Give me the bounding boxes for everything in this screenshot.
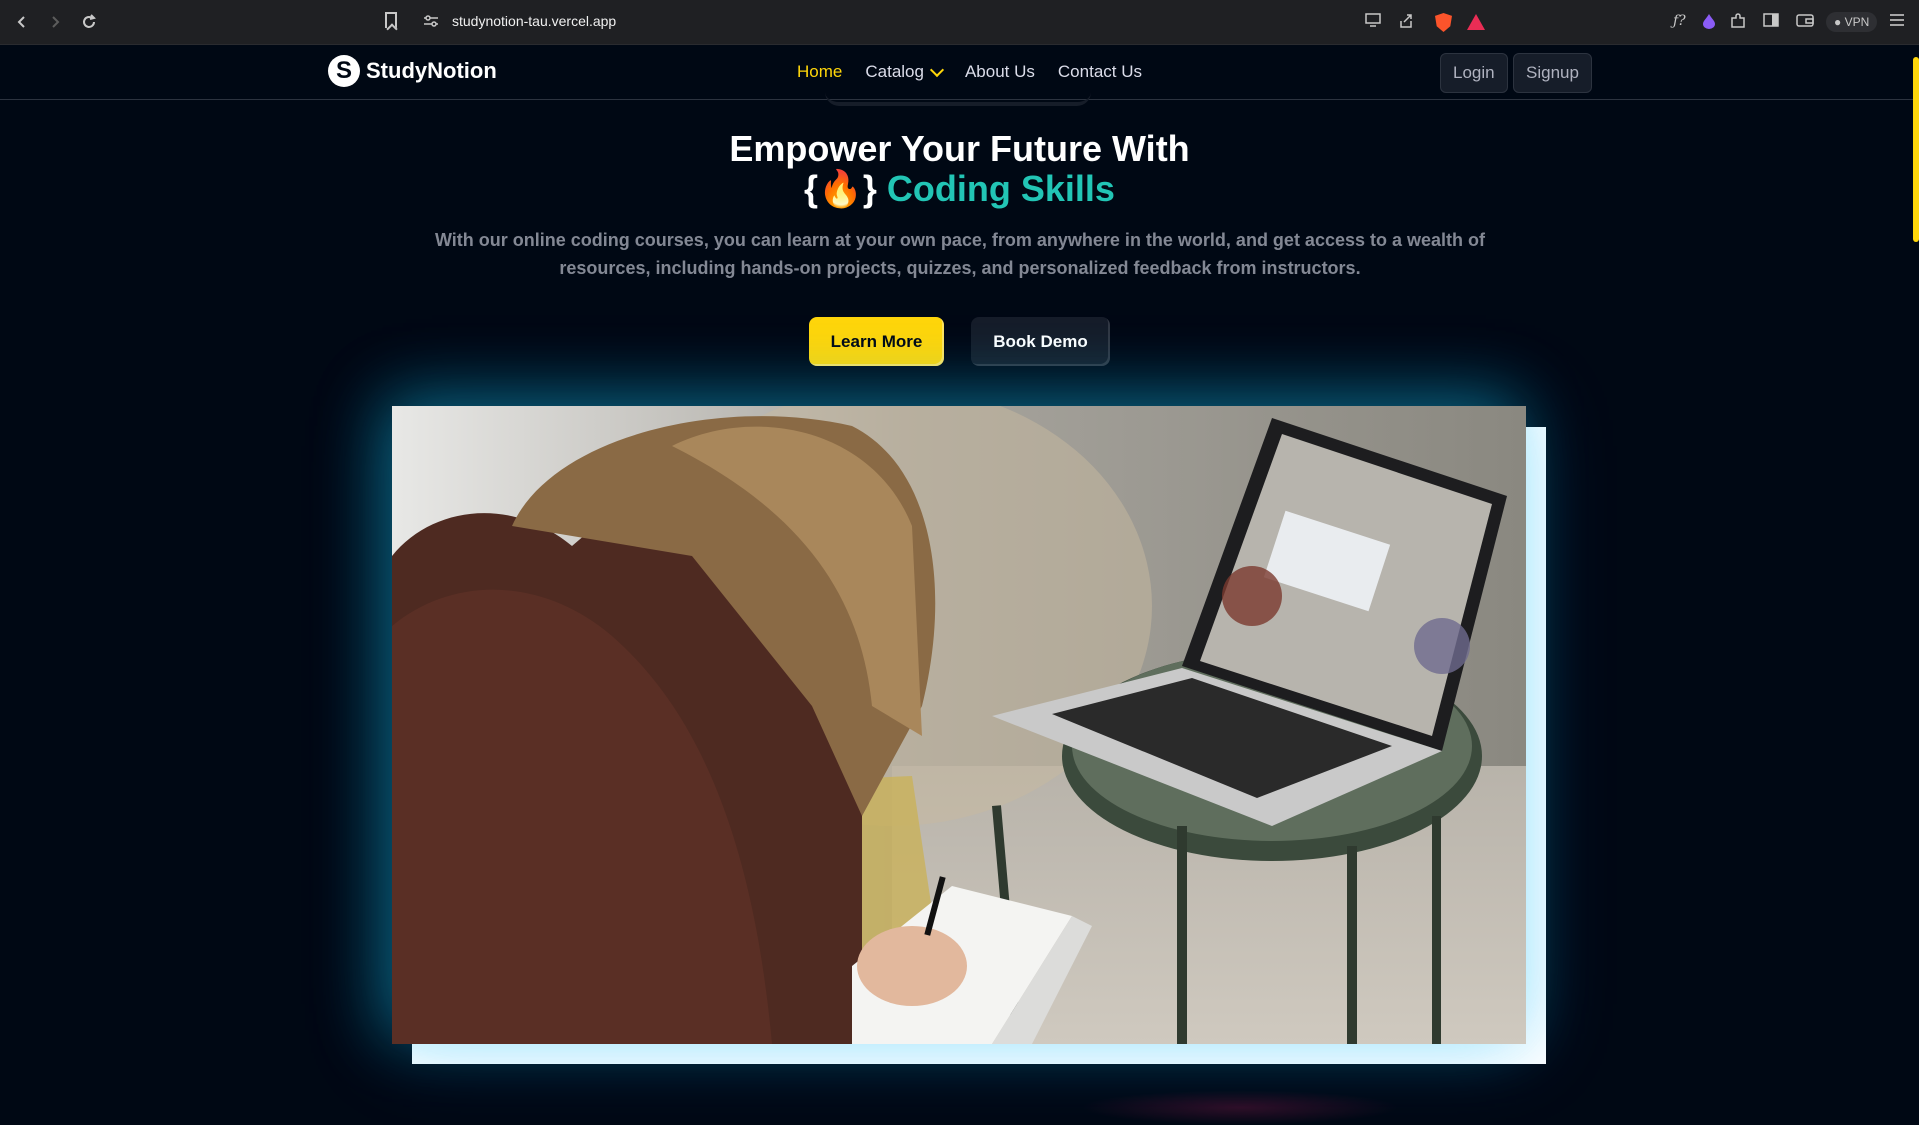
- learn-more-button[interactable]: Learn More: [809, 317, 944, 366]
- formula-icon[interactable]: ƒ?: [1673, 13, 1686, 33]
- become-instructor-pill-edge[interactable]: [825, 92, 1091, 106]
- cast-icon[interactable]: [1365, 13, 1381, 33]
- bookmark-icon[interactable]: [385, 12, 397, 28]
- brave-shield-icon[interactable]: [1435, 13, 1452, 32]
- login-button[interactable]: Login: [1440, 53, 1508, 93]
- url-bar[interactable]: studynotion-tau.vercel.app: [452, 13, 616, 29]
- forward-icon[interactable]: [44, 11, 66, 33]
- hero-subtitle: With our online coding courses, you can …: [434, 230, 1486, 278]
- nav-contact-us[interactable]: Contact Us: [1058, 62, 1142, 82]
- reload-icon[interactable]: [78, 11, 100, 33]
- nav-about-us[interactable]: About Us: [965, 62, 1035, 82]
- hero-title-line1: Empower Your Future With: [729, 128, 1190, 169]
- vpn-label: VPN: [1844, 15, 1870, 29]
- nav-catalog-label: Catalog: [865, 62, 924, 81]
- hero-video[interactable]: [392, 406, 1526, 1044]
- menu-icon[interactable]: [1890, 13, 1904, 33]
- nav-catalog[interactable]: Catalog: [865, 62, 945, 82]
- fire-icon: 🔥: [818, 168, 863, 209]
- leo-icon[interactable]: [1702, 13, 1716, 33]
- book-demo-button[interactable]: Book Demo: [971, 317, 1110, 366]
- nav-home[interactable]: Home: [797, 62, 842, 82]
- browser-toolbar: studynotion-tau.vercel.app ƒ? ● VPN: [0, 0, 1919, 45]
- brave-rewards-icon[interactable]: [1467, 14, 1485, 30]
- brace-open: {: [804, 168, 819, 209]
- share-icon[interactable]: [1398, 13, 1414, 33]
- hero-title-accent: Coding Skills: [886, 168, 1115, 209]
- vpn-button[interactable]: ● VPN: [1826, 12, 1878, 32]
- hero-title-line2: {🔥} Coding Skills: [0, 168, 1919, 210]
- logo[interactable]: S StudyNotion: [328, 55, 497, 87]
- site-settings-icon[interactable]: [424, 15, 438, 27]
- wallet-icon[interactable]: [1796, 13, 1814, 33]
- brace-close: }: [862, 168, 877, 209]
- back-icon[interactable]: [11, 11, 33, 33]
- logo-text: StudyNotion: [366, 58, 497, 83]
- extensions-icon[interactable]: [1730, 13, 1746, 33]
- decorative-glow: [1080, 1090, 1400, 1125]
- logo-icon: S: [328, 55, 360, 87]
- nav-links: Home Catalog About Us Contact Us: [797, 62, 1165, 82]
- sidebar-icon[interactable]: [1763, 13, 1779, 33]
- signup-button[interactable]: Signup: [1513, 53, 1592, 93]
- chevron-down-icon: [929, 62, 945, 77]
- hero-video-frame: [392, 406, 1526, 1044]
